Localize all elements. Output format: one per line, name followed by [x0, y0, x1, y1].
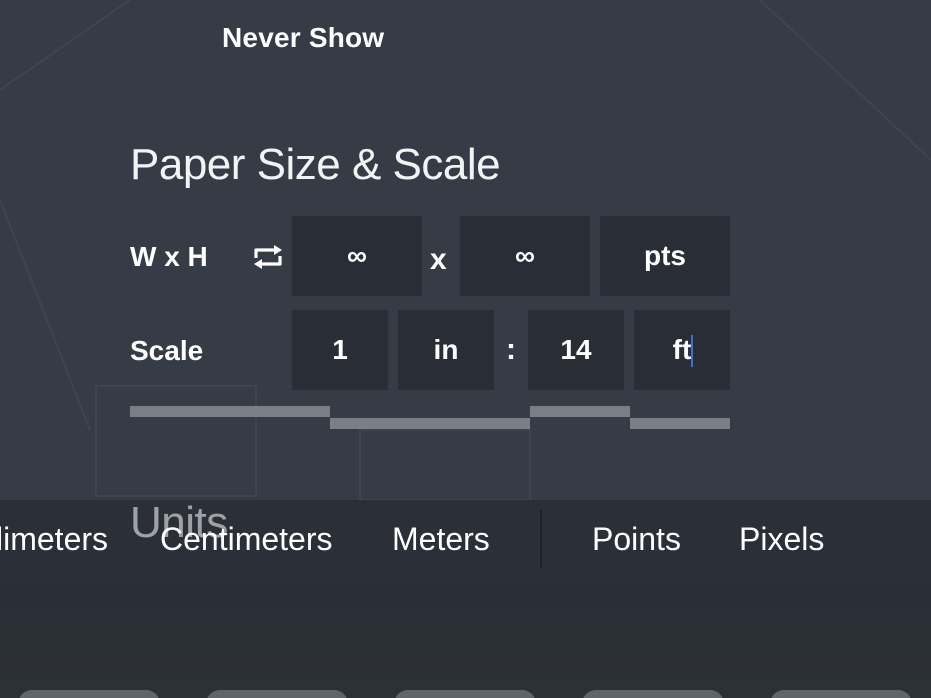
- scale-bar-segment: [330, 418, 530, 429]
- swap-orientation-icon[interactable]: [250, 244, 286, 270]
- unit-option-pixels[interactable]: Pixels: [739, 521, 824, 558]
- unit-option-points[interactable]: Points: [592, 521, 681, 558]
- paper-size-scale-title: Paper Size & Scale: [130, 140, 501, 189]
- scale-paper-value-input[interactable]: 1: [292, 310, 388, 390]
- bottom-tab[interactable]: [394, 690, 536, 698]
- height-input[interactable]: ∞: [460, 216, 590, 296]
- bottom-tab[interactable]: [206, 690, 348, 698]
- bottom-tab[interactable]: [18, 690, 160, 698]
- ratio-sign: :: [506, 333, 516, 366]
- bottom-panel: [0, 580, 931, 698]
- scale-real-value-input[interactable]: 14: [528, 310, 624, 390]
- unit-option-meters[interactable]: Meters: [392, 521, 490, 558]
- width-input[interactable]: ∞: [292, 216, 422, 296]
- bottom-tab[interactable]: [770, 690, 912, 698]
- scale-paper-unit-select[interactable]: in: [398, 310, 494, 390]
- size-label: W x H: [130, 241, 208, 272]
- scale-label: Scale: [130, 335, 204, 366]
- size-unit-select[interactable]: pts: [600, 216, 730, 296]
- times-sign: x: [430, 243, 447, 276]
- unit-option-centimeters[interactable]: Centimeters: [160, 521, 333, 558]
- bottom-tab[interactable]: [582, 690, 724, 698]
- scale-bar-segment: [630, 418, 730, 429]
- unit-option-millimeters[interactable]: limeters: [0, 521, 108, 558]
- text-caret: [691, 335, 693, 367]
- units-divider: [540, 510, 542, 568]
- never-show-option[interactable]: Never Show: [222, 22, 384, 54]
- scale-real-unit-input[interactable]: ft: [634, 310, 730, 390]
- scale-bar-segment: [530, 406, 630, 417]
- scale-bar-segment: [130, 406, 330, 417]
